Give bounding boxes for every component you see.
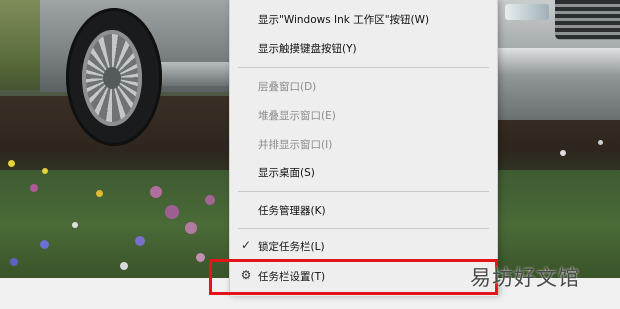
wallpaper-car-sill [150,62,240,86]
wallpaper-flower [205,195,215,205]
menu-item-label: 并排显示窗口(I) [258,138,333,151]
menu-item-show-windows-ink-button[interactable]: 显示"Windows Ink 工作区"按钮(W) [230,5,497,33]
wallpaper-bumper [495,48,620,76]
menu-item-label: 锁定任务栏(L) [258,240,325,253]
wallpaper-flower [72,222,78,228]
wallpaper-headlight [505,4,549,20]
wallpaper-flower [560,150,566,156]
menu-item-task-manager[interactable]: 任务管理器(K) [230,196,497,224]
wallpaper-flower [30,184,38,192]
menu-item-show-touch-keyboard-button[interactable]: 显示触摸键盘按钮(Y) [230,34,497,62]
wallpaper-flower [96,190,103,197]
wallpaper-flower [185,222,197,234]
wallpaper-flower [598,140,603,145]
wallpaper-flower [42,168,48,174]
watermark-text: 易坊好文馆 [470,266,580,290]
menu-item-label: 堆叠显示窗口(E) [258,109,336,122]
wallpaper-flower [165,205,179,219]
menu-item-label: 显示"Windows Ink 工作区"按钮(W) [258,13,430,26]
menu-separator [238,67,489,68]
wallpaper-flower [120,262,128,270]
menu-item-label: 显示桌面(S) [258,166,315,179]
taskbar-context-menu: 显示"Windows Ink 工作区"按钮(W) 显示触摸键盘按钮(Y) 层叠窗… [229,0,498,296]
wallpaper-flower [135,236,145,246]
menu-item-lock-taskbar[interactable]: ✓ 锁定任务栏(L) [230,232,497,260]
wallpaper-car-hub [103,67,121,89]
wallpaper-flower [40,240,49,249]
wallpaper-flower [10,258,18,266]
menu-item-label: 任务栏设置(T) [258,270,326,283]
menu-item-stack-windows[interactable]: 堆叠显示窗口(E) [230,101,497,129]
menu-item-label: 显示触摸键盘按钮(Y) [258,42,357,55]
menu-item-side-by-side-windows[interactable]: 并排显示窗口(I) [230,130,497,158]
wallpaper-flower [196,253,205,262]
wallpaper-flower [150,186,162,198]
checkmark-icon: ✓ [240,238,252,252]
menu-item-cascade-windows[interactable]: 层叠窗口(D) [230,72,497,100]
menu-separator [238,191,489,192]
menu-item-taskbar-settings[interactable]: ⚙ 任务栏设置(T) [230,262,497,290]
menu-separator [238,228,489,229]
wallpaper-flower [8,160,15,167]
menu-item-label: 层叠窗口(D) [258,80,317,93]
gear-icon: ⚙ [240,268,252,282]
menu-item-label: 任务管理器(K) [258,204,326,217]
menu-item-show-desktop[interactable]: 显示桌面(S) [230,158,497,186]
wallpaper-grille [555,0,620,40]
